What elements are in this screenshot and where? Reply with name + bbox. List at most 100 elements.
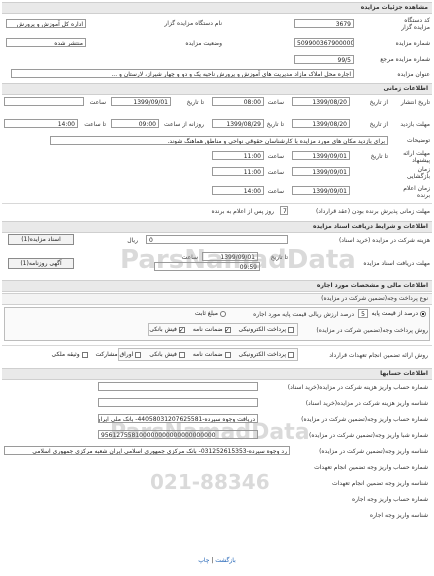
publish-to-label: تا تاریخ [186,99,204,106]
percent-radio[interactable] [420,310,426,317]
visit-to-date-label: تا تاریخ [266,121,284,128]
desc-field: برای بازدید مکان های مورد مزایده با کارش… [50,136,388,145]
fee-account-label: شماره حساب واریز هزینه شرکت در مزایده(خر… [287,384,428,391]
cg-check-label: فیش بانکی [149,351,177,358]
method-guarantee-label: ضمانت نامه [192,326,223,333]
fee-account-field [98,382,258,391]
cg-electronic-label: پرداخت الکترونیکی [238,351,286,358]
cg-guarantee-label: ضمانت نامه [192,351,223,358]
device-name-label: نام دستگاه مزایده گزار [164,20,222,27]
opening-time: 11:00 [212,167,264,176]
opening-date: 1399/09/01 [292,167,350,176]
method-check-check[interactable] [178,326,185,333]
payment-methods: پرداخت الکترونیکی ضمانت نامه فیش بانکی [143,326,294,333]
watermark-text: ParsNamadData [120,245,356,275]
footer-separator: | [211,557,214,564]
payment-methods-label: روش پرداخت وجه(تضمین شرکت در مزایده) [316,327,428,334]
auction-number-label: شماره مزایده [395,40,430,47]
docs-header-label: اطلاعات و شرایط دریافت اسناد مزایده [312,223,428,230]
contract-days-suffix: روز پس از اعلام به برنده [211,208,274,215]
visit-to-time-label: تا ساعت [84,121,106,128]
announce-time: 14:00 [212,186,264,195]
percent-option[interactable]: درصد از قیمت پایه [371,310,426,317]
guarantee-sheba-label: شماره شبا واریز وجه(تضمین شرکت در مزایده… [309,432,428,439]
method-guarantee[interactable]: ضمانت نامه [193,326,231,333]
cg-bonds-check[interactable] [135,351,142,358]
visit-label: مهلت بازدید [400,121,430,128]
fixed-option[interactable]: مبلغ ثابت [195,310,226,317]
financial-header-label: اطلاعات مالی و مشخصات مورد اجاره [316,282,428,289]
guarantee-type-header-label: نوع پرداخت وجه(تضمین شرکت در مزایده) [321,295,428,302]
announce-date: 1399/09/01 [292,186,350,195]
status-field: منتشر شده [6,38,86,47]
offer-deadline-time: 11:00 [212,151,264,160]
auction-number-field: 5099003679000005 [294,38,354,47]
cg-check-check[interactable] [178,351,185,358]
fee-owner-field [98,398,258,407]
publish-to-time [4,97,84,106]
opening-time-label: ساعت [267,169,284,176]
fixed-label: مبلغ ثابت [194,310,218,317]
newspaper-ad-button[interactable]: آگهی روزنامه(1) [8,258,74,269]
cg-electronic-check[interactable] [288,351,294,358]
contract-guarantee-label: روش ارائه تضمین انجام تعهدات قرارداد [329,352,428,359]
cg-property-check[interactable] [81,351,88,358]
cg-guarantee[interactable]: ضمانت نامه [193,351,231,358]
commit-id-label: شناسه واریز وجه تضمین انجام تعهدات [332,480,428,487]
contract-guarantee-methods: پرداخت الکترونیکی ضمانت نامه فیش بانکی ا… [46,351,294,358]
docs-fee-label: هزینه شرکت در مزایده (خرید اسناد) [338,237,430,244]
method-guarantee-check[interactable] [224,326,231,333]
percent-prefix-label: درصد از قیمت پایه [371,310,418,317]
contract-days-field: 7 [280,206,288,215]
offer-to-label: تا تاریخ [370,153,388,160]
docs-currency: ریال [127,237,138,244]
ref-number-label: شماره مزایده مرجع [380,56,430,63]
offer-deadline-date: 1399/09/01 [292,151,350,160]
visit-from-time: 09:00 [111,119,159,128]
auction-docs-button[interactable]: اسناد مزایده(1) [8,234,74,245]
guarantee-type-header: نوع پرداخت وجه(تضمین شرکت در مزایده) [2,293,432,305]
docs-fee-field: 0 [146,235,288,244]
device-name-field: اداره کل آموزش و پرورش [6,19,86,28]
publish-to-date: 1399/09/01 [111,97,171,106]
cg-property[interactable]: وثیقه ملکی [52,351,88,358]
device-code-field: 3679 [294,19,354,28]
guarantee-id-field: رد وجوه سپرده-031252615353- بانک مرکزی ج… [4,446,290,455]
offer-time-label: ساعت [267,153,284,160]
status-label: وضعیت مزایده [185,40,222,47]
cg-electronic[interactable]: پرداخت الکترونیکی [239,351,294,358]
watermark-phone: 021-88346 [150,470,270,494]
rent-account-label: شماره حساب واریز وجه اجاره [351,496,428,503]
method-electronic[interactable]: پرداخت الکترونیکی [239,326,294,333]
docs-deadline-label: مهلت دریافت اسناد مزایده [363,260,430,267]
method-electronic-label: پرداخت الکترونیکی [238,326,286,333]
cg-property-label: وثیقه ملکی [51,351,80,358]
announce-label: زمان اعلام برنده [403,185,430,199]
method-electronic-check[interactable] [288,326,294,333]
percent-field: 5 [358,309,368,318]
footer-links: بازگشت | چاپ [0,557,434,564]
fixed-radio[interactable] [220,310,226,317]
guarantee-id-label: شناسه واریز وجه(تضمین شرکت در مزایده) [319,448,428,455]
cg-bonds[interactable]: اوراق مشارکت [96,351,142,358]
timing-header: اطلاعات زمانی [2,83,432,95]
method-check[interactable]: فیش بانکی [149,326,185,333]
visit-from-date: 1399/08/20 [292,119,350,128]
divider [2,345,432,346]
visit-daily-label: روزانه از ساعت [164,121,204,128]
commit-account-label: شماره حساب واریز وجه تضمین انجام تعهدات [314,464,428,471]
back-link[interactable]: بازگشت [215,557,236,564]
cg-guarantee-check[interactable] [224,351,231,358]
print-link[interactable]: چاپ [198,557,209,564]
publish-from-time: 08:00 [212,97,264,106]
cg-bonds-label: اوراق مشارکت [95,351,134,358]
page-header: مشاهده جزئیات مزایده [2,2,432,14]
title-field: اجاره محل املاک مازاد مدیریت های آموزش و… [11,69,354,78]
page-title: مشاهده جزئیات مزایده [360,4,428,11]
guarantee-account-label: شماره حساب واریز وجه(تضمین شرکت در مزاید… [301,416,428,423]
opening-label: زمان بازگشایی [406,166,430,180]
visit-to-date: 1399/08/29 [212,119,264,128]
percent-suffix-label: درصد ارزش ریالی قیمت پایه مورد اجاره [253,311,354,318]
cg-check[interactable]: فیش بانکی [149,351,185,358]
title-label: عنوان مزایده [397,71,430,78]
